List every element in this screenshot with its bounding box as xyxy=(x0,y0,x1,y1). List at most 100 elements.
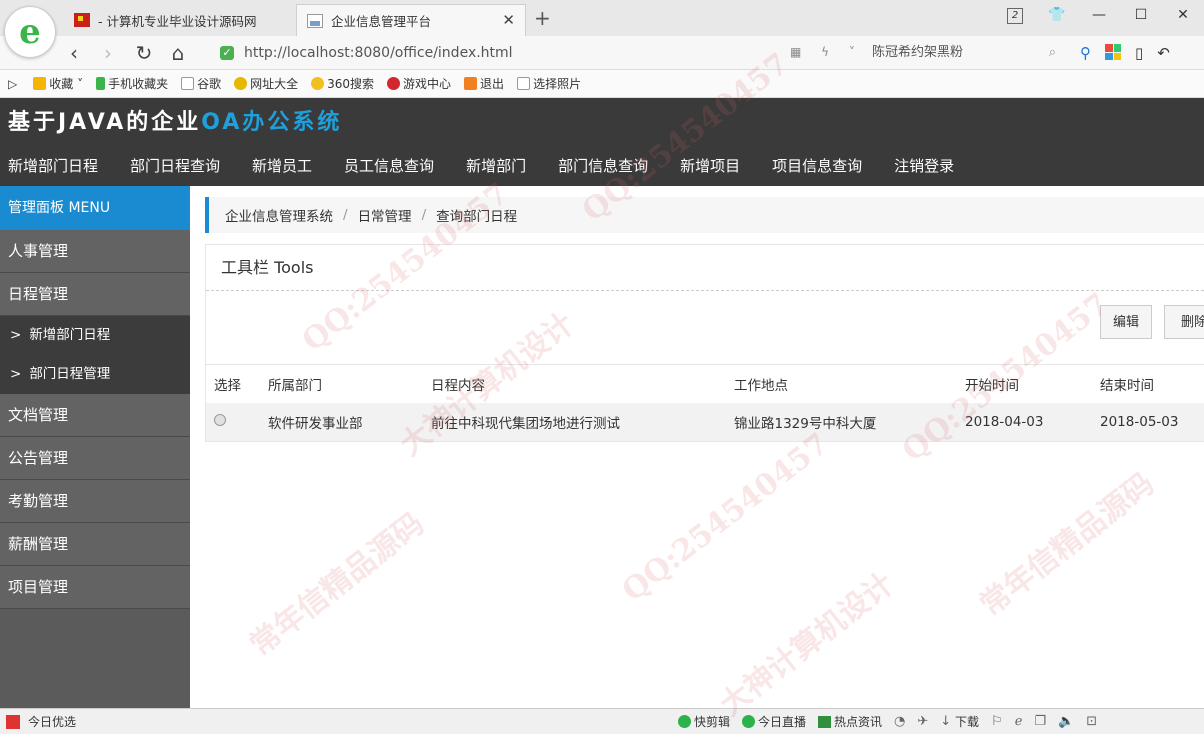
browser-status-bar: 今日优选 快剪辑 今日直播 热点资讯 ◔ ✈ ↓ 下载 ⚐ ℯ ❐ 🔈 ⊡ xyxy=(0,708,1204,734)
bookmark-exit[interactable]: 退出 xyxy=(464,75,504,92)
bookmark-photo[interactable]: 选择照片 xyxy=(517,75,581,92)
bookmark-360[interactable]: 360搜索 xyxy=(311,75,374,92)
table-header-row: 选择 所属部门 日程内容 工作地点 开始时间 结束时间 xyxy=(206,365,1204,403)
app-header: 基于JAVA的企业OA办公系统 新增部门日程 部门日程查询 新增员工 员工信息查… xyxy=(0,98,1204,186)
sidebar-item-salary[interactable]: 薪酬管理 xyxy=(0,523,190,566)
tools-panel: 工具栏 Tools 编辑 删除 选择 所属部门 日程内容 工作地点 开始时间 结… xyxy=(205,244,1204,442)
nav-add-project[interactable]: 新增项目 xyxy=(672,150,748,182)
play-icon xyxy=(678,715,691,728)
row-select-radio[interactable] xyxy=(214,414,226,426)
bookmark-favorites[interactable]: 收藏 ˅ xyxy=(33,75,83,92)
window-icon[interactable]: ❐ xyxy=(1034,714,1046,729)
download-icon: ↓ xyxy=(940,714,952,729)
status-quick-clip[interactable]: 快剪辑 xyxy=(678,713,730,730)
menu-header: 管理面板 MENU xyxy=(0,186,190,230)
tab-title: 企业信息管理平台 xyxy=(331,14,432,29)
nav-dept-schedule-query[interactable]: 部门日程查询 xyxy=(122,150,228,182)
nav-add-employee[interactable]: 新增员工 xyxy=(244,150,320,182)
page-icon xyxy=(181,77,195,90)
status-news[interactable]: 热点资讯 xyxy=(818,713,882,730)
bookmark-google[interactable]: 谷歌 xyxy=(181,75,221,92)
flag-favicon-icon xyxy=(74,13,90,27)
zoom-icon[interactable]: ⊡ xyxy=(1086,714,1097,729)
column-header: 所属部门 xyxy=(268,378,322,394)
breadcrumb-item: 查询部门日程 xyxy=(436,209,518,225)
back-icon[interactable]: ‹ xyxy=(62,41,86,65)
close-window-icon[interactable]: ✕ xyxy=(1162,7,1204,23)
undo-icon[interactable]: ↶ xyxy=(1157,44,1170,62)
column-header: 开始时间 xyxy=(965,378,1019,394)
cell-location: 锦业路1329号中科大厦 xyxy=(734,416,877,432)
sidebar-item-notices[interactable]: 公告管理 xyxy=(0,437,190,480)
status-today-picks[interactable]: 今日优选 xyxy=(6,713,76,730)
volume-icon[interactable]: 🔈 xyxy=(1058,714,1074,729)
nav-employee-query[interactable]: 员工信息查询 xyxy=(336,150,442,182)
ie-icon[interactable]: ℯ xyxy=(1015,714,1023,729)
new-tab-icon[interactable]: + xyxy=(534,6,551,30)
nav-logout[interactable]: 注销登录 xyxy=(886,150,962,182)
browser-tab[interactable]: - 计算机专业毕业设计源码网 xyxy=(64,4,294,36)
sidebar-item-schedule[interactable]: 日程管理 xyxy=(0,273,190,316)
bookmarks-toggle-icon[interactable]: ▷ xyxy=(8,77,17,91)
main-content: 企业信息管理系统 / 日常管理 / 查询部门日程 工具栏 Tools 编辑 删除… xyxy=(190,186,1204,708)
sidebar-item-attendance[interactable]: 考勤管理 xyxy=(0,480,190,523)
top-nav: 新增部门日程 部门日程查询 新增员工 员工信息查询 新增部门 部门信息查询 新增… xyxy=(0,150,978,182)
sidebar-subitem-manage-schedule[interactable]: > 部门日程管理 xyxy=(0,355,190,394)
nav-project-query[interactable]: 项目信息查询 xyxy=(764,150,870,182)
panel-title: 工具栏 Tools xyxy=(206,245,1204,291)
mobile-icon[interactable]: ▯ xyxy=(1135,44,1143,62)
toolbar: 编辑 删除 xyxy=(206,291,1204,365)
edit-button[interactable]: 编辑 xyxy=(1100,305,1153,339)
table-row[interactable]: 软件研发事业部 前往中科现代集团场地进行测试 锦业路1329号中科大厦 2018… xyxy=(206,403,1204,441)
minimize-icon[interactable]: — xyxy=(1078,7,1120,23)
url-tools-icon[interactable]: ▦ ϟ ˅ xyxy=(790,45,863,59)
search-icon[interactable]: ⌕ xyxy=(1049,41,1056,65)
refresh-icon[interactable]: ↻ xyxy=(132,41,156,65)
bookmark-games[interactable]: 游戏中心 xyxy=(387,75,451,92)
caret-right-icon: > xyxy=(10,327,22,343)
sidebar-item-documents[interactable]: 文档管理 xyxy=(0,394,190,437)
url-field[interactable]: ✓ http://localhost:8080/office/index.htm… xyxy=(220,40,855,66)
caret-right-icon: > xyxy=(10,366,22,382)
search-tool-icon[interactable]: ⚲ xyxy=(1080,44,1091,62)
flag-icon[interactable]: ⚐ xyxy=(991,714,1003,729)
skin-icon[interactable]: 👕 xyxy=(1036,7,1078,23)
mobile-bookmark-icon xyxy=(96,77,106,90)
speed-icon[interactable]: ◔ xyxy=(894,714,905,729)
app-title: 基于JAVA的企业OA办公系统 xyxy=(8,110,343,135)
cell-start-date: 2018-04-03 xyxy=(965,414,1044,430)
globe-icon xyxy=(234,77,248,90)
home-icon[interactable]: ⌂ xyxy=(166,41,190,65)
game-icon xyxy=(387,77,401,90)
page-icon xyxy=(517,77,531,90)
cell-end-date: 2018-05-03 xyxy=(1100,414,1179,430)
forward-icon[interactable]: › xyxy=(96,41,120,65)
column-header: 工作地点 xyxy=(734,378,788,394)
nav-add-dept-schedule[interactable]: 新增部门日程 xyxy=(0,150,106,182)
browser-search-input[interactable]: 陈冠希约架黑粉 ⌕ xyxy=(862,41,1062,65)
cell-department: 软件研发事业部 xyxy=(268,416,363,432)
page-favicon-icon xyxy=(307,13,323,28)
sidebar-subitem-add-schedule[interactable]: > 新增部门日程 xyxy=(0,316,190,355)
bookmark-mobile[interactable]: 手机收藏夹 xyxy=(96,75,168,92)
nav-add-dept[interactable]: 新增部门 xyxy=(458,150,534,182)
nav-dept-query[interactable]: 部门信息查询 xyxy=(550,150,656,182)
close-tab-icon[interactable]: ✕ xyxy=(502,11,515,29)
breadcrumb: 企业信息管理系统 / 日常管理 / 查询部门日程 xyxy=(205,197,1204,233)
browser-tab-active[interactable]: 企业信息管理平台 ✕ xyxy=(296,4,526,36)
status-live[interactable]: 今日直播 xyxy=(742,713,806,730)
bookmark-sites[interactable]: 网址大全 xyxy=(234,75,298,92)
sidebar-item-projects[interactable]: 项目管理 xyxy=(0,566,190,609)
pin-icon[interactable]: ✈ xyxy=(917,714,928,729)
breadcrumb-item[interactable]: 日常管理 xyxy=(358,205,412,225)
tab-count-button[interactable]: 2 xyxy=(994,6,1036,24)
maximize-icon[interactable]: ☐ xyxy=(1120,7,1162,23)
apps-icon[interactable] xyxy=(1105,44,1121,60)
tab-title: - 计算机专业毕业设计源码网 xyxy=(98,13,257,29)
status-download[interactable]: ↓ 下载 xyxy=(940,713,979,730)
sidebar-item-hr[interactable]: 人事管理 xyxy=(0,230,190,273)
address-bar: ‹ › ↻ ⌂ ✓ http://localhost:8080/office/i… xyxy=(0,36,1204,70)
delete-button[interactable]: 删除 xyxy=(1164,305,1204,339)
breadcrumb-item[interactable]: 企业信息管理系统 xyxy=(225,205,333,225)
browser-logo-icon[interactable]: e xyxy=(4,6,56,58)
